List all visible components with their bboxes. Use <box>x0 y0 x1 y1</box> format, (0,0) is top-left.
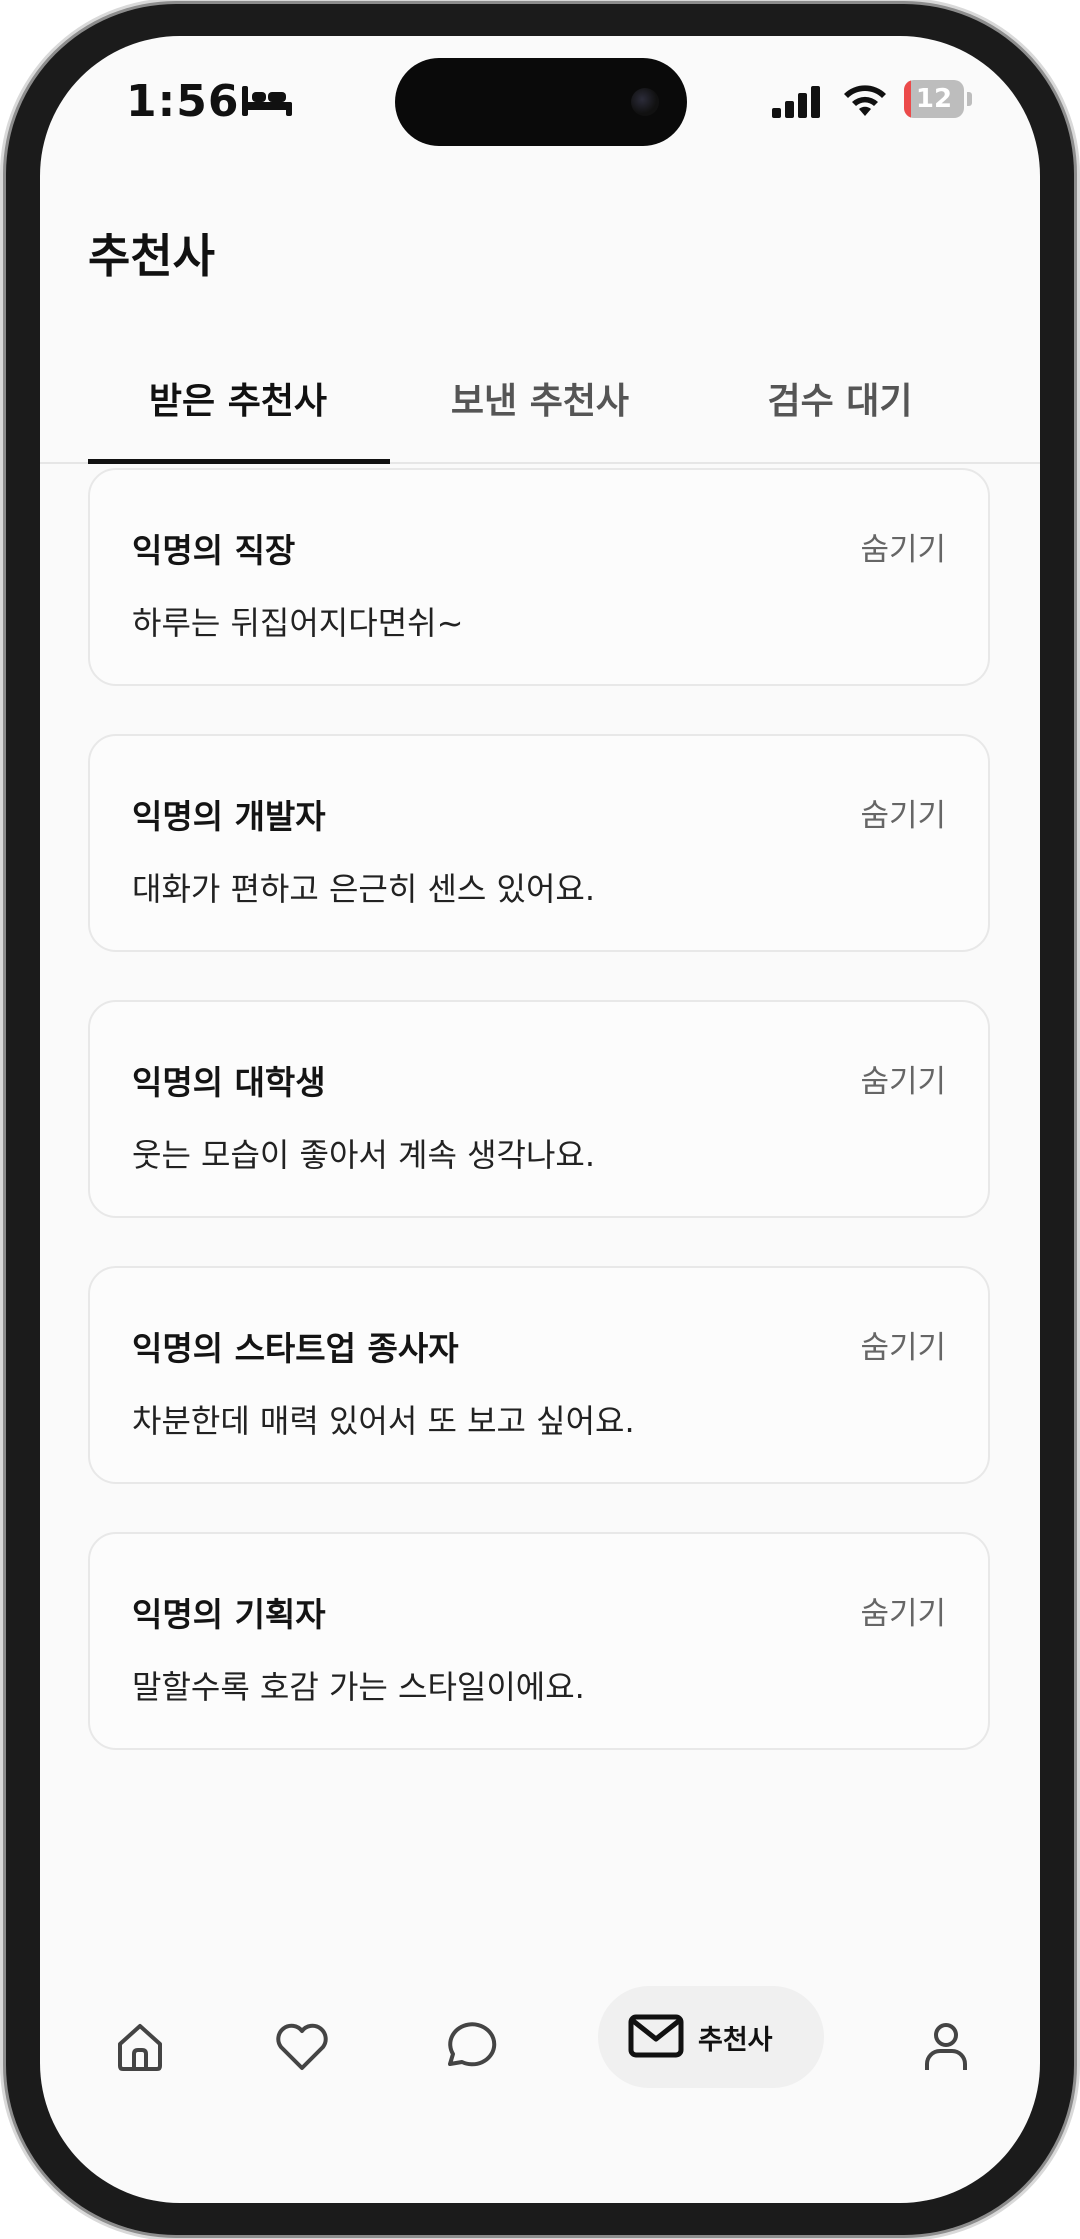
battery-level: 12 <box>915 84 953 114</box>
recommendation-card: 익명의 기획자 숨기기 말할수록 호감 가는 스타일이에요. <box>88 1532 990 1750</box>
card-message: 차분한데 매력 있어서 또 보고 싶어요. <box>132 1402 635 1440</box>
wifi-icon <box>844 85 886 116</box>
profile-icon <box>925 2023 967 2070</box>
heart-icon <box>276 2023 328 2070</box>
card-message: 말할수록 호감 가는 스타일이에요. <box>132 1668 585 1706</box>
recommendation-card: 익명의 대학생 숨기기 웃는 모습이 좋아서 계속 생각나요. <box>88 1000 990 1218</box>
card-author: 익명의 스타트업 종사자 <box>132 1329 459 1368</box>
recommendation-card: 익명의 스타트업 종사자 숨기기 차분한데 매력 있어서 또 보고 싶어요. <box>88 1266 990 1484</box>
card-message: 하루는 뒤집어지다면쉬~ <box>132 604 464 642</box>
card-author: 익명의 개발자 <box>132 797 326 836</box>
active-tab-indicator <box>88 459 390 464</box>
card-message: 웃는 모습이 좋아서 계속 생각나요. <box>132 1136 596 1174</box>
nav-home[interactable] <box>100 2006 180 2086</box>
dynamic-island <box>395 58 687 146</box>
phone-frame: 1:56 12 추천사 받은 추천사 보낸 추천사 검수 대기 익명의 직장 숨… <box>0 0 1080 2239</box>
recommendation-card: 익명의 직장 숨기기 하루는 뒤집어지다면쉬~ <box>88 468 990 686</box>
signal-icon <box>772 86 820 118</box>
camera-icon <box>631 88 659 116</box>
recommendation-card: 익명의 개발자 숨기기 대화가 편하고 은근히 센스 있어요. <box>88 734 990 952</box>
card-author: 익명의 기획자 <box>132 1595 326 1634</box>
bed-icon <box>242 86 292 116</box>
tab-received[interactable]: 받은 추천사 <box>88 372 388 424</box>
hide-button[interactable]: 숨기기 <box>860 1322 946 1367</box>
screen: 1:56 12 추천사 받은 추천사 보낸 추천사 검수 대기 익명의 직장 숨… <box>40 36 1040 2203</box>
battery-icon: 12 <box>904 80 974 120</box>
nav-profile[interactable] <box>906 2006 986 2086</box>
card-message: 대화가 편하고 은근히 센스 있어요. <box>132 870 596 908</box>
nav-chat[interactable] <box>428 2006 508 2086</box>
battery-nub <box>967 92 972 106</box>
status-time: 1:56 <box>126 76 240 127</box>
hide-button[interactable]: 숨기기 <box>860 1056 946 1101</box>
card-author: 익명의 직장 <box>132 531 296 570</box>
chat-bubble-icon <box>448 2022 497 2067</box>
tab-bar: 받은 추천사 보낸 추천사 검수 대기 <box>40 336 1040 464</box>
tab-pending-review[interactable]: 검수 대기 <box>690 372 990 424</box>
hide-button[interactable]: 숨기기 <box>860 524 946 569</box>
mail-icon <box>628 2014 684 2058</box>
hide-button[interactable]: 숨기기 <box>860 790 946 835</box>
nav-recommendations-label: 추천사 <box>698 2025 773 2056</box>
page-title: 추천사 <box>88 229 215 283</box>
recommendation-list: 익명의 직장 숨기기 하루는 뒤집어지다면쉬~ 익명의 개발자 숨기기 대화가 … <box>88 468 990 1798</box>
nav-likes[interactable] <box>262 2006 342 2086</box>
home-icon <box>118 2024 162 2071</box>
bottom-nav: 추천사 <box>40 1986 1040 2106</box>
tab-sent[interactable]: 보낸 추천사 <box>390 372 690 424</box>
card-author: 익명의 대학생 <box>132 1063 326 1102</box>
battery-body: 12 <box>904 80 964 118</box>
hide-button[interactable]: 숨기기 <box>860 1588 946 1633</box>
nav-recommendations[interactable]: 추천사 <box>598 1986 824 2088</box>
